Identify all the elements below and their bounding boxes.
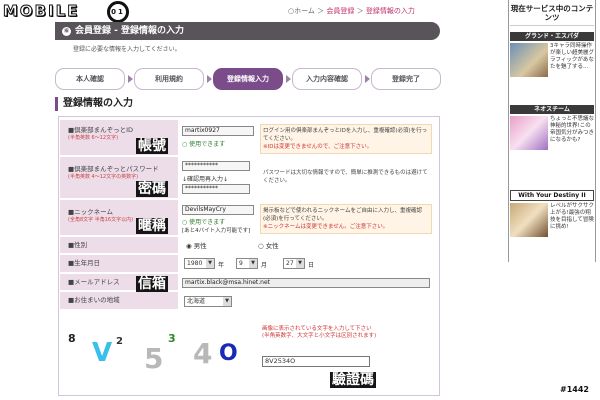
- id-note: ログイン用の倶楽部まんぞっとIDを入力し、重複確認(必須)を行ってください。 ※I…: [260, 124, 432, 154]
- sidebar-header: 現在サービス中のコンテンツ: [510, 4, 594, 26]
- id-annotation: 帳號: [136, 138, 168, 154]
- step-confirm: 入力内容確認: [292, 68, 362, 90]
- birth-day-select[interactable]: 27: [283, 258, 305, 269]
- nickname-annotation: 暱稱: [136, 218, 168, 234]
- captcha-char: 4: [193, 337, 213, 370]
- captcha-hint: 画像に表示されている文字を入力して下さい (半角英数字、大文字と小文字は区別されま…: [262, 326, 377, 339]
- game-thumbnail-icon: [510, 203, 548, 237]
- nickname-remaining: [あと4バイト入力可能です]: [182, 228, 251, 234]
- id-status: ○ 使用できます: [182, 141, 226, 148]
- breadcrumb-current: 登録情報の入力: [365, 7, 415, 15]
- page-subtext: 登録に必要な情報を入力してください。: [73, 46, 181, 53]
- region-label: ■お住まいの地域: [60, 292, 178, 310]
- step-identity: 本人確認: [55, 68, 125, 90]
- step-input: 登録情報入力: [213, 68, 283, 90]
- breadcrumb-home[interactable]: ○ホーム: [288, 7, 315, 15]
- password-confirm-label: ↓確認用再入力↓: [182, 176, 229, 183]
- watermark: #1442: [560, 385, 589, 394]
- step-complete: 登録完了: [371, 68, 441, 90]
- page-title: ⑥ 会員登録 ‐ 登録情報の入力: [55, 22, 440, 40]
- game-thumbnail-icon: [510, 43, 548, 77]
- password-field[interactable]: ***********: [182, 161, 250, 171]
- sidebar-ad-neosteam[interactable]: ネオスチーム ちょっと不思議な神秘的世界!この帝国気分がみつきになるかも?: [510, 105, 594, 150]
- step-arrow-icon: [207, 75, 212, 83]
- nickname-status: ○ 使用できます: [182, 219, 226, 226]
- birth-month-select[interactable]: 9: [236, 258, 258, 269]
- sidebar-ad-withyourdestiny[interactable]: With Your Destiny II レベルがサクサク上がる!最強の翔技を目…: [510, 190, 594, 237]
- title-badge-icon: ⑥: [62, 27, 71, 36]
- password-note: パスワードは大切な情報ですので、簡単に推測できるものは避けてください。: [260, 166, 432, 186]
- gender-label: ■性別: [60, 237, 178, 254]
- step-arrow-icon: [128, 75, 133, 83]
- birth-year-select[interactable]: 1980: [184, 258, 215, 269]
- site-logo[interactable]: MOBILE 01: [3, 1, 131, 23]
- captcha-annotation: 驗證碼: [330, 372, 376, 388]
- gender-female-radio[interactable]: ○ 女性: [258, 240, 279, 250]
- id-field[interactable]: martix0927: [182, 126, 254, 136]
- captcha-char: O: [219, 341, 238, 366]
- step-terms: 利用規約: [134, 68, 204, 90]
- captcha-image: 8 V 2 5 3: [60, 326, 178, 386]
- section-title: 登録情報の入力: [55, 97, 133, 111]
- sidebar-ad-grandespada[interactable]: グランド・エスパダ 3キャラ同時操作が楽しい超美麗グラフィックがあなたを魅了する…: [510, 32, 594, 77]
- breadcrumb-member[interactable]: 会員登録: [326, 7, 354, 15]
- game-thumbnail-icon: [510, 116, 548, 150]
- breadcrumb: ○ホーム ＞ 会員登録 ＞ 登録情報の入力: [288, 7, 415, 15]
- captcha-input[interactable]: 8V2534O: [262, 356, 370, 367]
- logo-ring: 01: [107, 1, 129, 23]
- gender-male-radio[interactable]: ◉ 男性: [186, 240, 207, 250]
- region-select[interactable]: 北海道: [184, 296, 232, 307]
- nickname-field[interactable]: DevilsMayCry: [182, 205, 254, 215]
- password-confirm-field[interactable]: ***********: [182, 184, 250, 194]
- nickname-note: 掲示板などで使われるニックネームをご自由に入力し、重複確認(必須)を行ってくださ…: [260, 204, 432, 234]
- password-annotation: 密碼: [136, 181, 168, 197]
- step-arrow-icon: [365, 75, 370, 83]
- birthday-label: ■生年月日: [60, 255, 178, 273]
- email-field[interactable]: martix.black@msa.hinet.net: [182, 278, 430, 288]
- step-arrow-icon: [286, 75, 291, 83]
- email-annotation: 信箱: [136, 276, 168, 292]
